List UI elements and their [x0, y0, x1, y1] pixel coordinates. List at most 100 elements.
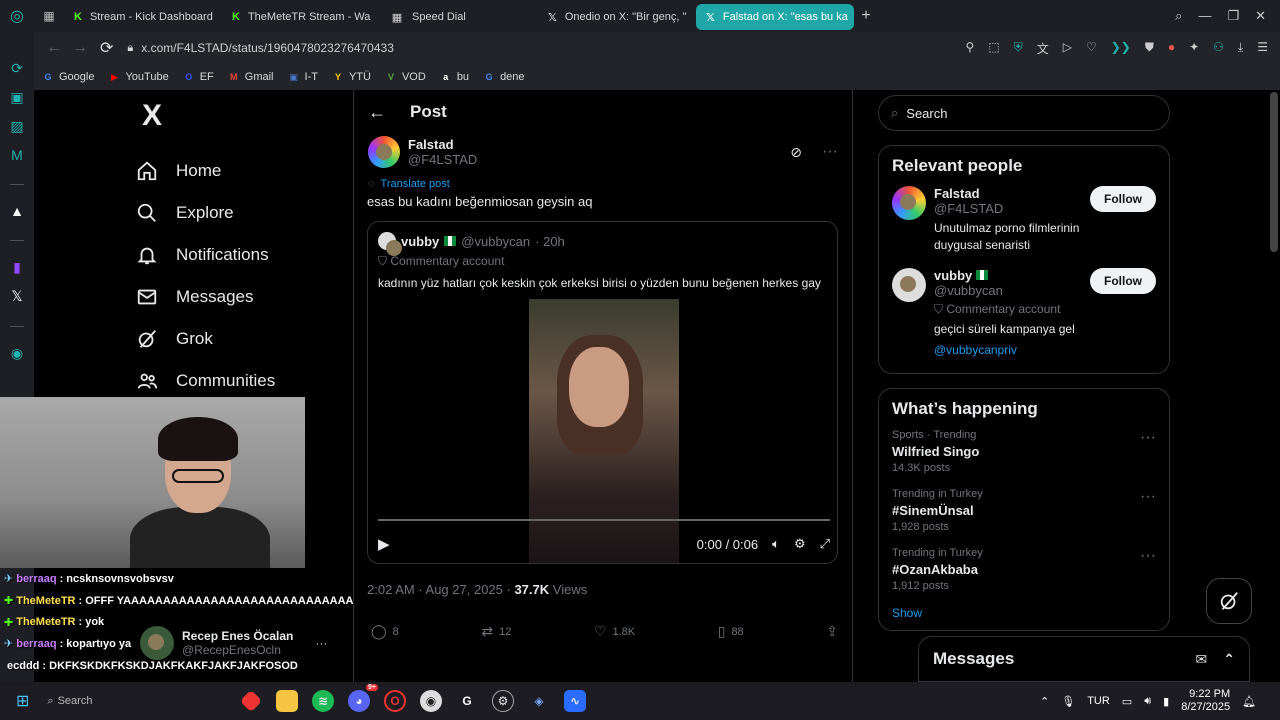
- bookmark-item[interactable]: ▶ YouTube: [108, 71, 169, 83]
- play-icon[interactable]: ▷: [1063, 40, 1072, 57]
- snapshot-icon[interactable]: ⬚: [988, 40, 999, 57]
- notifications-icon[interactable]: 🔔︎: [1242, 695, 1256, 708]
- audio-app-icon[interactable]: ∿: [564, 690, 586, 712]
- trend-item[interactable]: Trending in Turkey #OzanAkbaba 1,912 pos…: [892, 547, 1156, 592]
- sidebar-box-icon[interactable]: ▣: [10, 89, 23, 106]
- sidebar-a-icon[interactable]: ▲: [10, 203, 24, 219]
- page-scrollbar[interactable]: [1270, 92, 1278, 252]
- bookmark-item[interactable]: ▣ I-T: [288, 71, 318, 83]
- chat-username[interactable]: TheMeteTR: [16, 616, 75, 628]
- workspaces-icon[interactable]: ▦: [34, 9, 64, 23]
- bookmark-item[interactable]: Y YTÜ: [332, 71, 371, 83]
- speaker-icon[interactable]: 🔊︎: [1144, 695, 1151, 708]
- grok-button[interactable]: [1206, 578, 1252, 624]
- more-icon[interactable]: ···: [1140, 547, 1156, 592]
- chat-username[interactable]: ecddd: [7, 660, 39, 672]
- logitech-icon[interactable]: G: [456, 690, 478, 712]
- bookmark-item[interactable]: a bu: [440, 71, 469, 83]
- settings-icon[interactable]: ⚙: [794, 536, 806, 552]
- nav-home[interactable]: Home: [136, 150, 275, 192]
- follow-button[interactable]: Follow: [1090, 268, 1156, 294]
- pin-icon[interactable]: ⚲: [966, 40, 975, 57]
- show-more-link[interactable]: Show: [892, 606, 1156, 620]
- bookmark-item[interactable]: O EF: [183, 71, 214, 83]
- follow-button[interactable]: Follow: [1090, 186, 1156, 212]
- vpn-icon[interactable]: ❯❯: [1111, 40, 1131, 57]
- avatar[interactable]: [892, 186, 926, 220]
- more-icon[interactable]: ···: [315, 636, 327, 650]
- person-card[interactable]: vubby @vubbycan ⛉ Commentary account geç…: [892, 268, 1156, 359]
- nav-explore[interactable]: Explore: [136, 192, 275, 234]
- bookmark-item[interactable]: G Google: [42, 71, 94, 83]
- extensions-icon[interactable]: ✦: [1189, 40, 1199, 57]
- microphone-icon[interactable]: 🎙︎: [1061, 695, 1075, 708]
- restore-icon[interactable]: ❐: [1227, 8, 1239, 24]
- steam-icon[interactable]: ⚙: [492, 690, 514, 712]
- obs-icon[interactable]: ◉: [420, 690, 442, 712]
- sidebar-twitch-icon[interactable]: ▮: [13, 259, 21, 276]
- chat-username[interactable]: TheMeteTR: [16, 595, 75, 607]
- fullscreen-icon[interactable]: ⤢: [820, 536, 830, 552]
- nav-communities[interactable]: Communities: [136, 360, 275, 402]
- sidebar-x-icon[interactable]: 𝕏: [11, 288, 22, 305]
- search-icon[interactable]: ⌕: [1175, 8, 1182, 24]
- sidebar-play-icon[interactable]: ◉: [11, 345, 23, 362]
- more-icon[interactable]: ···: [822, 143, 838, 161]
- browser-menu-icon[interactable]: ◎: [0, 6, 34, 26]
- translate-icon[interactable]: 文: [1037, 40, 1049, 57]
- more-icon[interactable]: ···: [1140, 488, 1156, 533]
- nav-messages[interactable]: Messages: [136, 276, 275, 318]
- new-tab-icon[interactable]: +: [854, 7, 878, 25]
- display-icon[interactable]: ▭: [1122, 695, 1132, 708]
- video-progress-bar[interactable]: [378, 519, 830, 521]
- record-icon[interactable]: ●: [1168, 40, 1175, 57]
- discord-icon[interactable]: ◕ 9+: [348, 684, 378, 712]
- volume-icon[interactable]: 🔈︎: [772, 536, 780, 552]
- profile-icon[interactable]: ⚇: [1213, 40, 1224, 57]
- author-handle[interactable]: @F4LSTAD: [408, 152, 477, 167]
- chat-username[interactable]: berraaq: [16, 573, 56, 585]
- back-arrow-icon[interactable]: ←: [368, 102, 386, 123]
- nav-notifications[interactable]: Notifications: [136, 234, 275, 276]
- translate-post-link[interactable]: ◌ Translate post: [354, 170, 852, 190]
- quoted-post[interactable]: vubby @vubbycan · 20h ⛉ Commentary accou…: [367, 221, 838, 564]
- url-field[interactable]: x.com/F4LSTAD/status/1960478023276470433: [141, 41, 394, 55]
- tab-kick-stream[interactable]: K TheMeteTR Stream - Wa: [222, 4, 380, 30]
- adblock-icon[interactable]: ⛊: [1145, 40, 1154, 57]
- tab-speed-dial[interactable]: ▦ Speed Dial: [380, 4, 538, 30]
- chat-username[interactable]: berraaq: [16, 638, 56, 650]
- tab-onedio[interactable]: 𝕏 Onedio on X: "Bir genç, ": [538, 4, 696, 30]
- play-icon[interactable]: ▶: [378, 535, 390, 553]
- tab-kick-dashboard[interactable]: K Stream - Kick Dashboard: [64, 4, 222, 30]
- avatar[interactable]: [368, 136, 400, 168]
- repost-button[interactable]: ⇄ 12: [481, 623, 511, 640]
- bookmark-item[interactable]: M Gmail: [228, 71, 273, 83]
- more-icon[interactable]: ···: [1140, 429, 1156, 474]
- opera-icon[interactable]: O: [384, 690, 406, 712]
- search-input[interactable]: ⌕ Search: [878, 95, 1170, 131]
- sidebar-grid-icon[interactable]: ▨: [10, 118, 23, 135]
- taskbar-clock[interactable]: 9:22 PM 8/27/2025: [1181, 688, 1230, 714]
- tab-falstad[interactable]: 𝕏 Falstad on X: "esas bu ka: [696, 4, 854, 30]
- file-explorer-icon[interactable]: [276, 690, 298, 712]
- back-icon[interactable]: ←: [46, 39, 62, 57]
- taskbar-search[interactable]: ⌕ Search: [47, 695, 92, 708]
- bookmark-item[interactable]: Gdene: [483, 71, 525, 83]
- app-diamond-icon[interactable]: ◈: [528, 690, 550, 712]
- windows-start-icon[interactable]: ⊞: [16, 691, 29, 711]
- avatar[interactable]: [892, 268, 926, 302]
- menu-icon[interactable]: ☰: [1257, 40, 1268, 57]
- trend-item[interactable]: Sports · Trending Wilfried Singo 14.3K p…: [892, 429, 1156, 474]
- like-button[interactable]: ♡ 1.8K: [594, 623, 635, 640]
- video-player[interactable]: ▶ 0:00 / 0:06 🔈︎ ⚙ ⤢: [368, 299, 837, 563]
- close-icon[interactable]: ✕: [1255, 8, 1266, 24]
- app-red-icon[interactable]: [239, 689, 263, 713]
- spotify-icon[interactable]: ≋: [312, 690, 334, 712]
- person-bio-link[interactable]: @vubbycanpriv: [934, 342, 1082, 359]
- expand-icon[interactable]: ⌃: [1223, 651, 1235, 668]
- trend-item[interactable]: Trending in Turkey #SinemÜnsal 1,928 pos…: [892, 488, 1156, 533]
- download-icon[interactable]: ⤓: [1238, 40, 1243, 57]
- person-card[interactable]: Falstad @F4LSTAD Unutulmaz porno filmler…: [892, 186, 1156, 254]
- x-logo[interactable]: X: [142, 96, 275, 136]
- shield-icon[interactable]: ⛨: [1014, 40, 1023, 57]
